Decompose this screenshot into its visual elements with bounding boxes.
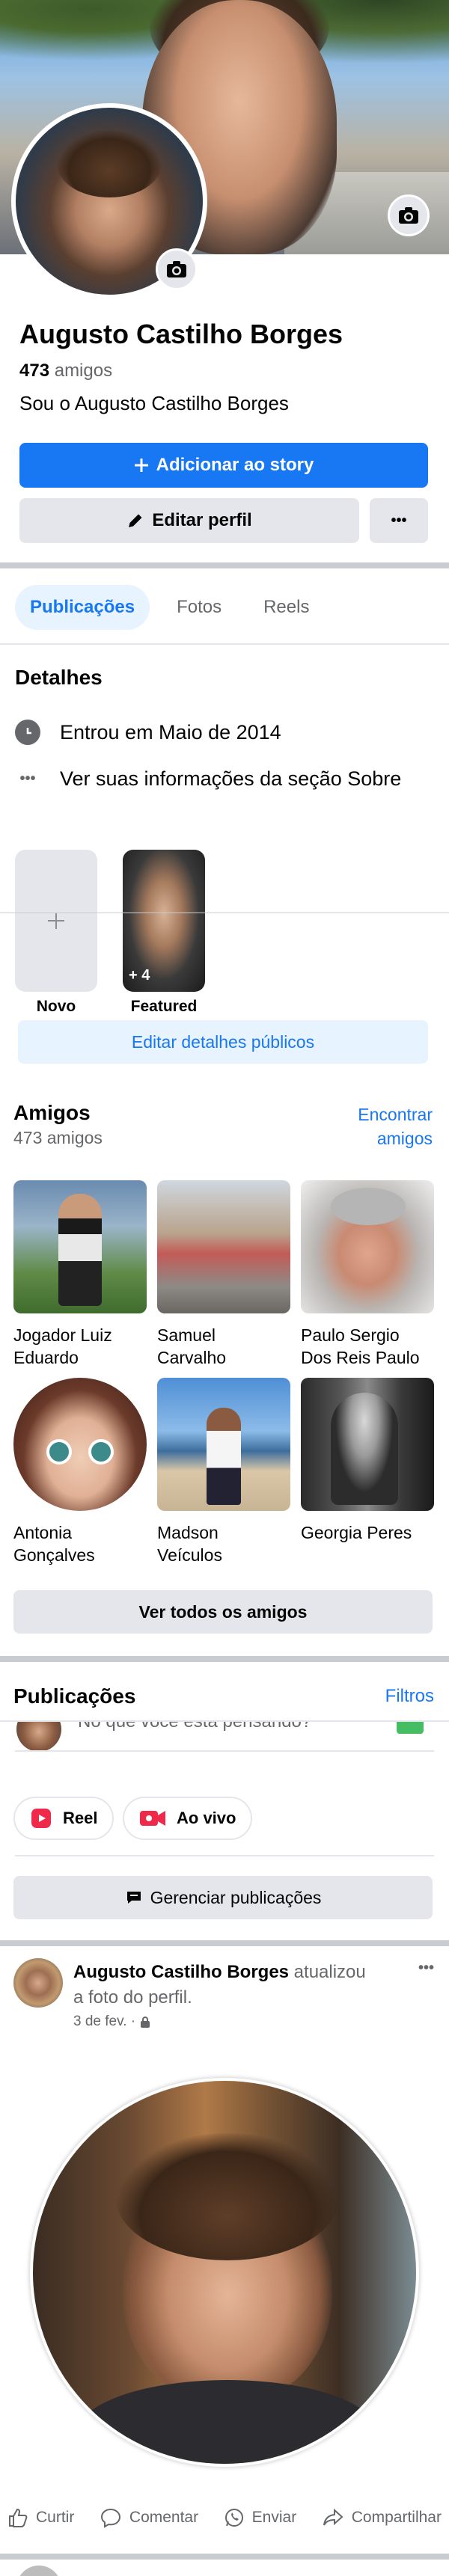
friend-photo: [157, 1378, 290, 1511]
send-button[interactable]: Enviar: [224, 2507, 296, 2528]
profile-bio: Sou o Augusto Castilho Borges: [19, 392, 289, 414]
friend-card[interactable]: Madson Veículos: [157, 1378, 290, 1566]
friend-photo: [301, 1378, 434, 1511]
details-title: Detalhes: [15, 666, 103, 689]
share-button[interactable]: Compartilhar: [322, 2507, 442, 2528]
friend-photo: [301, 1180, 434, 1313]
more-options-button[interactable]: •••: [370, 498, 428, 543]
tab-reels[interactable]: Reels: [248, 585, 324, 630]
featured-count: + 4: [129, 967, 150, 984]
reel-icon: [31, 1809, 51, 1828]
post-author-avatar[interactable]: [13, 1958, 63, 2008]
post-actions: Curtir Comentar Enviar Compartilhar: [0, 2507, 449, 2528]
friend-photo: [13, 1378, 147, 1511]
about-row[interactable]: ••• Ver suas informações da seção Sobre: [15, 767, 401, 791]
friend-photo: [157, 1180, 290, 1313]
comment-icon: [100, 2508, 120, 2528]
section-divider: [0, 2554, 449, 2560]
friend-card[interactable]: Jogador Luiz Eduardo: [13, 1180, 147, 1369]
manage-posts-button[interactable]: Gerenciar publicações: [13, 1876, 433, 1919]
more-dots-icon: •••: [19, 770, 36, 787]
friend-card[interactable]: Georgia Peres: [301, 1378, 434, 1544]
camera-icon: [399, 207, 418, 224]
tab-fotos[interactable]: Fotos: [162, 585, 236, 630]
friends-title: Amigos: [13, 1101, 91, 1124]
profile-name: Augusto Castilho Borges: [19, 319, 343, 349]
featured-new-label: Novo: [36, 998, 76, 1015]
edit-public-details-button[interactable]: Editar detalhes públicos: [18, 1020, 428, 1064]
post-options-button[interactable]: •••: [418, 1960, 434, 1977]
composer-avatar: [16, 1722, 61, 1752]
edit-profile-button[interactable]: Editar perfil: [19, 498, 359, 543]
profile-tabs: Publicações Fotos Reels: [15, 585, 324, 630]
divider: [15, 1750, 434, 1752]
add-to-story-button[interactable]: Adicionar ao story: [19, 443, 428, 488]
thumbs-up-icon: [9, 2508, 28, 2527]
section-divider: [0, 1656, 449, 1662]
whatsapp-icon: [224, 2509, 243, 2527]
find-friends-link[interactable]: Encontrar amigos: [358, 1103, 433, 1150]
joined-row: Entrou em Maio de 2014: [15, 720, 281, 745]
share-icon: [323, 2508, 343, 2526]
featured-label: Featured: [130, 998, 198, 1015]
cover-camera-button[interactable]: [388, 194, 430, 236]
comment-button[interactable]: Comentar: [100, 2507, 198, 2528]
clock-icon: [15, 720, 40, 745]
friend-card[interactable]: Paulo Sergio Dos Reis Paulo: [301, 1180, 434, 1369]
live-button[interactable]: Ao vivo: [123, 1797, 253, 1840]
composer[interactable]: No que você está pensando?: [0, 1722, 449, 1764]
pencil-icon: [129, 514, 142, 527]
avatar-camera-button[interactable]: [156, 248, 198, 290]
friend-card[interactable]: Samuel Carvalho: [157, 1180, 290, 1369]
chat-icon: [126, 1892, 141, 1904]
tab-publicacoes[interactable]: Publicações: [15, 585, 150, 630]
camera-icon: [167, 261, 186, 277]
friend-card[interactable]: Antonia Gonçalves: [13, 1378, 147, 1566]
section-divider: [0, 1940, 449, 1946]
profile-page: Augusto Castilho Borges 473 amigos Sou o…: [0, 0, 449, 2576]
post-author-name[interactable]: Augusto Castilho Borges: [73, 1962, 289, 1982]
next-post-avatar[interactable]: [16, 2566, 61, 2576]
featured-collection-card[interactable]: + 4: [123, 850, 205, 992]
live-video-icon: [140, 1811, 165, 1826]
reel-button[interactable]: Reel: [13, 1797, 114, 1840]
lock-icon: [141, 2017, 150, 2028]
photo-icon: [397, 1722, 424, 1734]
post-profile-photo[interactable]: [33, 2081, 416, 2464]
posts-title: Publicações: [13, 1684, 136, 1708]
friends-count-text: 473 amigos: [13, 1128, 103, 1147]
plus-icon: [48, 913, 64, 929]
like-button[interactable]: Curtir: [7, 2507, 74, 2528]
friend-photo: [13, 1180, 147, 1313]
filters-link[interactable]: Filtros: [385, 1686, 434, 1707]
see-all-friends-button[interactable]: Ver todos os amigos: [13, 1590, 433, 1634]
friends-count[interactable]: 473 amigos: [19, 361, 112, 381]
plus-icon: [134, 459, 148, 472]
post-header-text: Augusto Castilho Borges atualizou a foto…: [73, 1962, 366, 2008]
composer-placeholder: No que você está pensando?: [78, 1722, 311, 1732]
post-date: 3 de fev. ·: [73, 2014, 150, 2030]
divider: [15, 1855, 434, 1856]
featured-new-card[interactable]: [15, 850, 97, 992]
section-divider: [0, 562, 449, 568]
tabs-divider: [0, 643, 449, 645]
